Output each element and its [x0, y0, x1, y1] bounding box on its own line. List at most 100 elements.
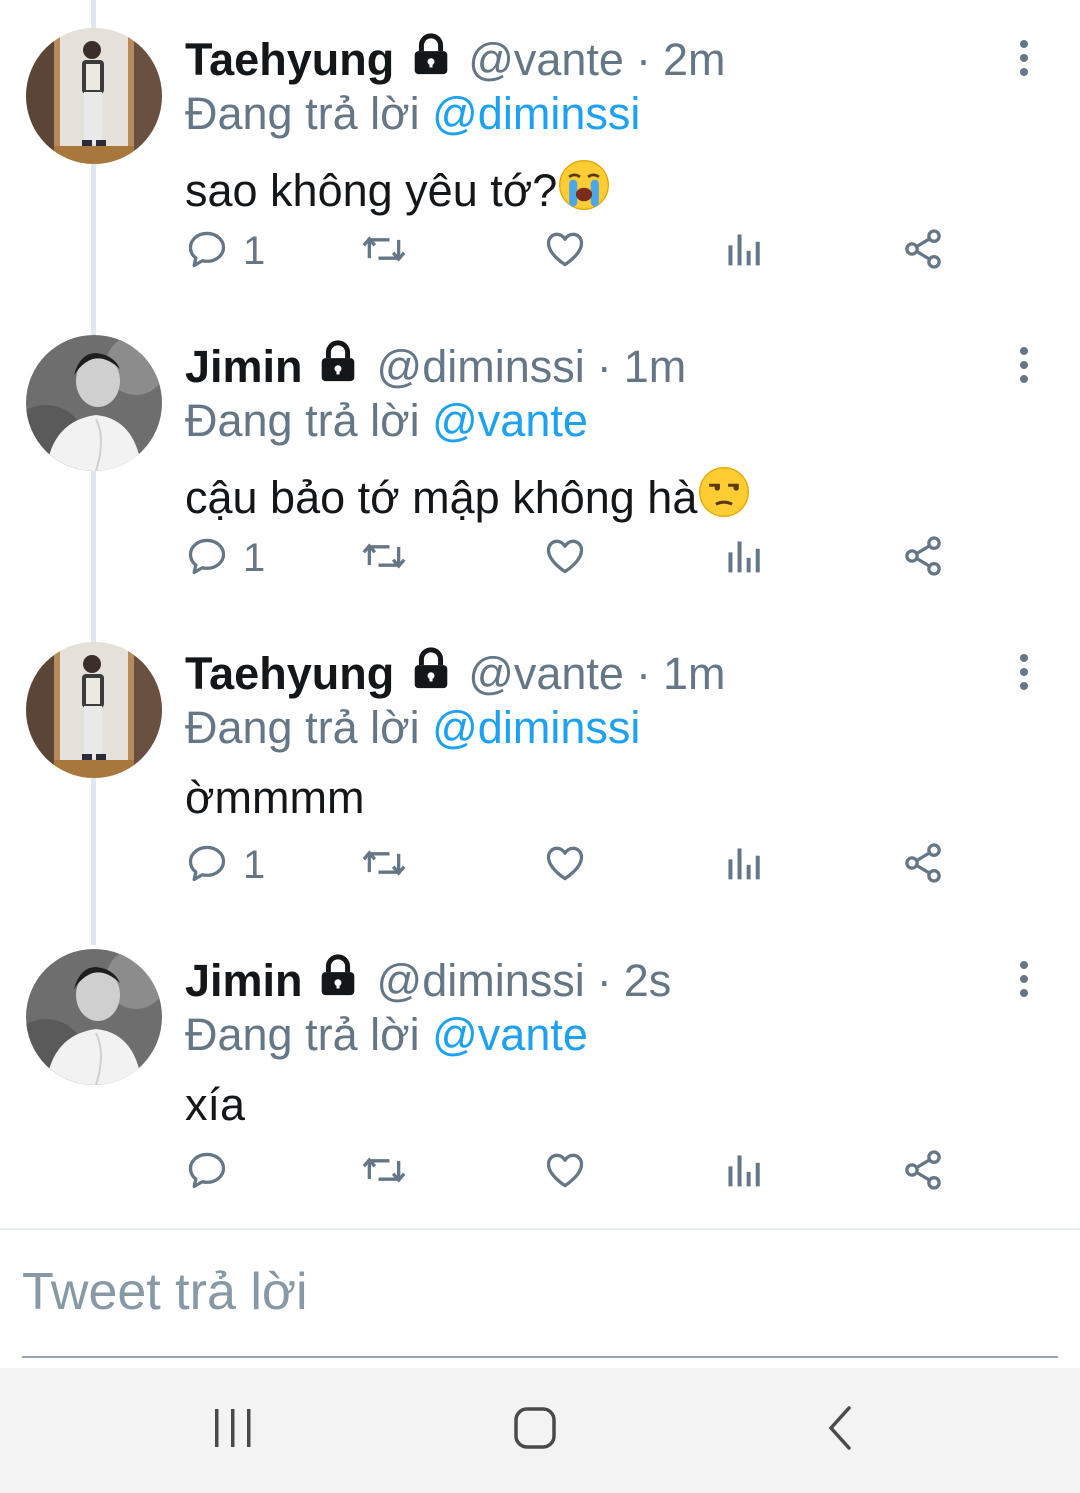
recent-apps-button[interactable] [200, 1398, 266, 1462]
tweet-thread: Taehyung @vante · 2m Đang trả lời @dimin… [0, 0, 1080, 1230]
reply-button[interactable]: 1 [185, 216, 265, 286]
mention-link[interactable]: @vante [432, 1009, 588, 1060]
tweet-text-content: xía [185, 1079, 246, 1130]
like-button[interactable] [543, 216, 587, 286]
composer-underline [22, 1356, 1058, 1358]
loudly-crying-emoji [557, 158, 611, 223]
separator-dot: · [596, 955, 612, 1006]
tweet[interactable]: Taehyung @vante · 2m Đang trả lời @dimin… [0, 0, 1080, 307]
display-name[interactable]: Jimin [185, 341, 303, 393]
reply-count: 1 [243, 842, 266, 887]
home-button[interactable] [500, 1398, 570, 1462]
taehyung-avatar[interactable] [26, 642, 162, 778]
share-button[interactable] [901, 523, 945, 593]
heart-icon [543, 841, 587, 890]
tweet-text-content: sao không yêu tớ? [185, 164, 558, 216]
reply-input[interactable] [22, 1252, 1052, 1332]
recent-apps-icon [211, 1406, 255, 1455]
analytics-icon [723, 1148, 763, 1197]
replying-to: Đang trả lời @diminssi [185, 702, 640, 754]
more-options-icon[interactable] [1012, 959, 1036, 999]
analytics-icon [723, 841, 763, 890]
tweet[interactable]: Jimin @diminssi · 1m Đang trả lời @vante… [0, 307, 1080, 614]
tweet-timestamp[interactable]: 1m [624, 341, 687, 393]
retweet-button[interactable] [360, 216, 408, 286]
lock-icon [315, 339, 361, 396]
lock-icon [408, 32, 454, 89]
tweet-text-content: ờmmmm [185, 772, 365, 823]
reply-icon [185, 841, 229, 890]
user-handle[interactable]: @diminssi [377, 341, 585, 393]
tweet-text: sao không yêu tớ? [185, 158, 611, 223]
home-icon [512, 1405, 558, 1456]
separator-dot: · [635, 34, 651, 85]
more-options-icon[interactable] [1012, 345, 1036, 385]
more-options-icon[interactable] [1012, 38, 1036, 78]
tweet-header: Taehyung @vante · 2m [185, 30, 725, 90]
more-options-icon[interactable] [1012, 652, 1036, 692]
back-button[interactable] [810, 1398, 870, 1462]
mention-link[interactable]: @vante [432, 395, 588, 446]
display-name[interactable]: Jimin [185, 955, 303, 1007]
taehyung-avatar[interactable] [26, 28, 162, 164]
separator-dot: · [635, 648, 651, 699]
share-button[interactable] [901, 216, 945, 286]
user-handle[interactable]: @vante [468, 648, 624, 700]
tweet-timestamp[interactable]: 1m [663, 648, 726, 700]
analytics-icon [723, 534, 763, 583]
display-name[interactable]: Taehyung [185, 648, 394, 700]
reply-icon [185, 1148, 229, 1197]
retweet-icon [360, 227, 408, 276]
analytics-icon [723, 227, 763, 276]
tweet[interactable]: Taehyung @vante · 1m Đang trả lời @dimin… [0, 614, 1080, 921]
back-icon [823, 1404, 857, 1457]
user-handle[interactable]: @diminssi [377, 955, 585, 1007]
heart-icon [543, 227, 587, 276]
tweet-timestamp[interactable]: 2s [624, 955, 672, 1007]
retweet-button[interactable] [360, 830, 408, 900]
share-button[interactable] [901, 1137, 945, 1207]
retweet-button[interactable] [360, 1137, 408, 1207]
reply-button[interactable]: 1 [185, 523, 265, 593]
share-icon [901, 227, 945, 276]
analytics-button[interactable] [723, 830, 763, 900]
like-button[interactable] [543, 830, 587, 900]
analytics-button[interactable] [723, 216, 763, 286]
tweet-actions [185, 1137, 965, 1207]
analytics-button[interactable] [723, 1137, 763, 1207]
tweet-actions: 1 [185, 830, 965, 900]
tweet-header: Jimin @diminssi · 1m [185, 337, 686, 397]
lock-icon [408, 646, 454, 703]
tweet-text: xía [185, 1079, 245, 1131]
mention-link[interactable]: @diminssi [432, 702, 640, 753]
replying-to-label: Đang trả lời [185, 88, 420, 139]
reply-button[interactable] [185, 1137, 243, 1207]
reply-icon [185, 227, 229, 276]
tweet-header: Jimin @diminssi · 2s [185, 951, 671, 1011]
tweet-text: cậu bảo tớ mập không hà [185, 465, 751, 530]
tweet-text-content: cậu bảo tớ mập không hà [185, 471, 698, 523]
share-button[interactable] [901, 830, 945, 900]
like-button[interactable] [543, 1137, 587, 1207]
jimin-avatar[interactable] [26, 335, 162, 471]
retweet-icon [360, 534, 408, 583]
tweet-timestamp[interactable]: 2m [663, 34, 726, 86]
reply-button[interactable]: 1 [185, 830, 265, 900]
tweet-actions: 1 [185, 216, 965, 286]
retweet-button[interactable] [360, 523, 408, 593]
display-name[interactable]: Taehyung [185, 34, 394, 86]
tweet-header: Taehyung @vante · 1m [185, 644, 725, 704]
unamused-face-emoji [697, 465, 751, 530]
lock-icon [315, 953, 361, 1010]
share-icon [901, 1148, 945, 1197]
tweet[interactable]: Jimin @diminssi · 2s Đang trả lời @vante… [0, 921, 1080, 1228]
analytics-button[interactable] [723, 523, 763, 593]
android-navigation-bar [0, 1368, 1080, 1493]
replying-to: Đang trả lời @vante [185, 1009, 588, 1061]
share-icon [901, 534, 945, 583]
jimin-avatar[interactable] [26, 949, 162, 1085]
reply-icon [185, 534, 229, 583]
like-button[interactable] [543, 523, 587, 593]
user-handle[interactable]: @vante [468, 34, 624, 86]
mention-link[interactable]: @diminssi [432, 88, 640, 139]
